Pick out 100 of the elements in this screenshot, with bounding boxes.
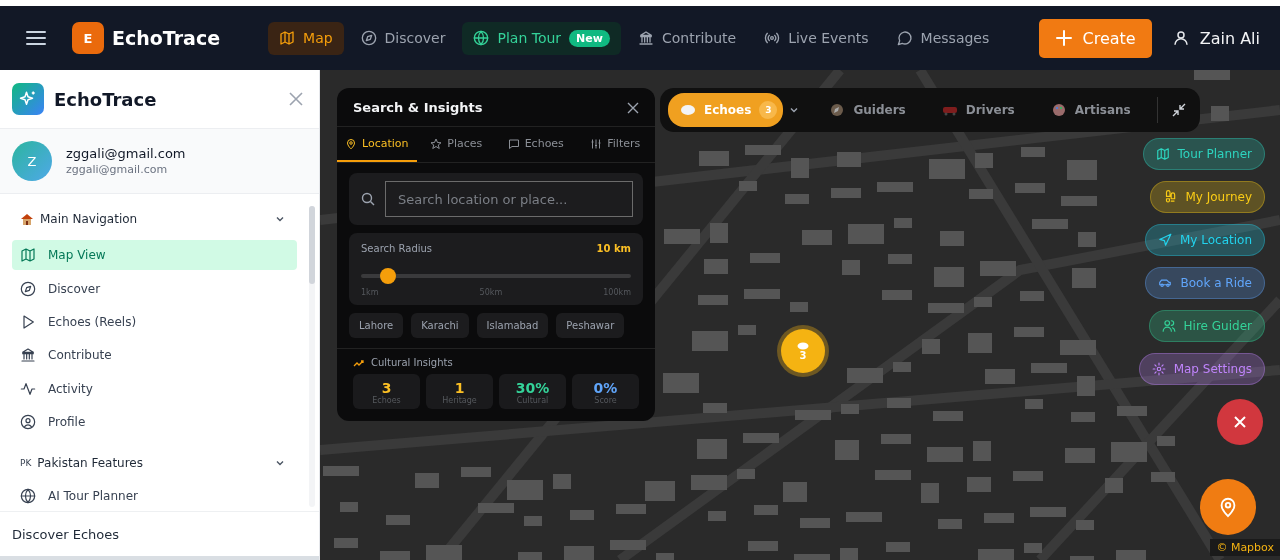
map-action-button[interactable]: Tour Planner [1142,138,1265,170]
building [790,302,808,312]
nav-link[interactable]: Map [268,21,344,55]
building [877,182,913,192]
city-chip[interactable]: Lahore [349,313,404,338]
sidebar-item[interactable]: Echoes (Reels) [12,306,297,338]
building [785,194,809,204]
building [697,439,727,459]
sidebar-item[interactable]: AI Tour Planner [12,480,297,511]
sidebar-item[interactable]: Activity [12,373,297,405]
panel-tab[interactable]: Location [337,127,417,162]
settings-icon [1151,362,1166,376]
compass-icon [20,280,36,297]
building [1061,196,1097,206]
footer-label: Discover Echoes [0,511,319,560]
map-action-button[interactable]: Book a Ride [1145,267,1265,299]
nav-link[interactable]: Plan Tour New [462,21,621,55]
building [1151,472,1175,482]
building [783,482,807,502]
building [888,254,912,264]
building [1060,340,1096,355]
slider-thumb[interactable] [380,268,396,284]
building [1067,160,1097,180]
attribution-link[interactable]: © Mapbox [1210,539,1280,556]
sparkle-icon [12,83,44,115]
building [802,230,832,245]
building [985,369,1015,384]
building [1211,106,1229,121]
building [927,447,963,462]
map-action-button[interactable]: My Journey [1150,181,1265,213]
city-chip[interactable]: Peshawar [556,313,625,338]
collapse-icon[interactable] [1171,103,1186,117]
user-circle-icon [20,414,36,431]
radius-slider[interactable] [361,268,631,284]
building [698,295,728,305]
layer-toggle[interactable]: Drivers [931,95,1025,125]
building [692,331,728,351]
bank-icon [637,30,654,46]
building [1020,291,1044,301]
building [1077,376,1095,396]
building [973,441,991,461]
map-icon [279,30,296,46]
menu-icon[interactable] [26,30,46,46]
building [831,188,861,198]
sidebar-item[interactable]: Contribute [12,340,297,371]
user-icon [1171,28,1190,48]
section-header[interactable]: Main Navigation [12,204,297,234]
building [933,411,963,421]
building [478,503,514,513]
city-chip[interactable]: Karachi [411,313,469,338]
count-badge: 3 [759,101,778,119]
nav-link[interactable]: Live Events [753,21,880,55]
building [940,231,964,246]
building [386,515,410,525]
panel-tab[interactable]: Places [416,127,496,162]
building [882,290,912,300]
insights-title: Cultural Insights [371,357,453,368]
users-icon [1161,319,1176,333]
building [1116,550,1146,560]
building [750,253,780,263]
building [969,189,993,199]
nav-link[interactable]: Contribute [626,21,748,55]
sidebar-item[interactable]: Discover [12,273,297,304]
search-field[interactable]: Search location or place... [385,181,633,217]
panel-tab[interactable]: Echoes [496,127,576,162]
building [984,513,1014,523]
map-action-button[interactable]: My Location [1144,224,1265,256]
sidebar-item[interactable]: Profile [12,407,297,438]
nav-link[interactable]: Discover [349,21,457,55]
map-action-button[interactable]: Hire Guider [1148,310,1265,342]
building [1015,183,1045,193]
brand-name: EchoTrace [112,27,221,49]
user-menu[interactable]: Zain Ali [1171,28,1260,48]
building [745,145,781,155]
section-header[interactable]: PK Pakistan Features [12,447,297,478]
compass-icon [360,30,377,46]
building [980,261,1016,276]
stat-label: Echoes [372,396,401,405]
building [974,297,992,307]
close-icon[interactable] [627,101,639,114]
city-chip[interactable]: Islamabad [476,313,549,338]
building [645,481,675,501]
scrollbar[interactable] [309,206,315,507]
layer-toggle[interactable]: Guiders [819,95,916,125]
building [794,554,830,560]
map-action-button[interactable]: Map Settings [1138,353,1265,385]
building [334,538,358,548]
panel-tab[interactable]: Filters [575,127,655,162]
building [978,549,1014,560]
building [664,229,700,244]
building [938,519,962,529]
building [553,474,571,489]
sliders-icon [590,137,603,150]
building [934,267,964,287]
sidebar-item[interactable]: Map View [12,240,297,271]
footprints-icon [1163,190,1178,204]
nav-link[interactable]: Messages [885,21,1001,55]
layer-toggle[interactable]: Artisans [1040,95,1141,125]
chevron-icon[interactable] [789,105,800,115]
building [837,152,861,167]
